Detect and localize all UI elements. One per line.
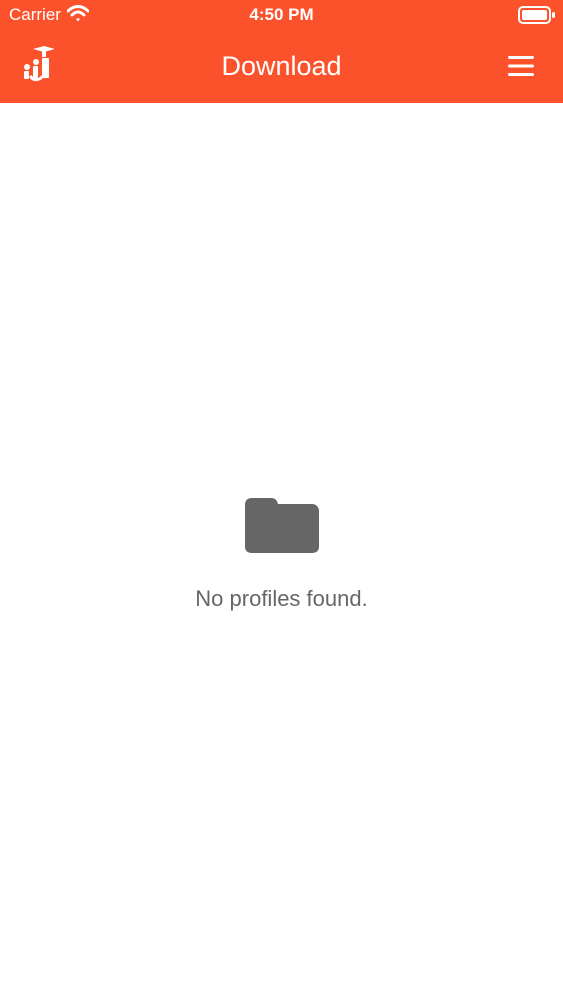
empty-state: No profiles found. [0, 495, 563, 613]
app-header: Carrier 4:50 PM Download [0, 0, 563, 103]
battery-icon [518, 6, 555, 24]
status-bar: Carrier 4:50 PM [0, 0, 563, 30]
page-title: Download [221, 51, 342, 81]
download-screen: Carrier 4:50 PM Download No profiles fou… [0, 0, 563, 1000]
hamburger-menu-icon[interactable] [506, 54, 536, 78]
empty-message: No profiles found. [195, 586, 368, 611]
folder-icon [244, 498, 319, 553]
status-time: 4:50 PM [249, 5, 314, 24]
navigation-bar: Download [0, 30, 563, 103]
